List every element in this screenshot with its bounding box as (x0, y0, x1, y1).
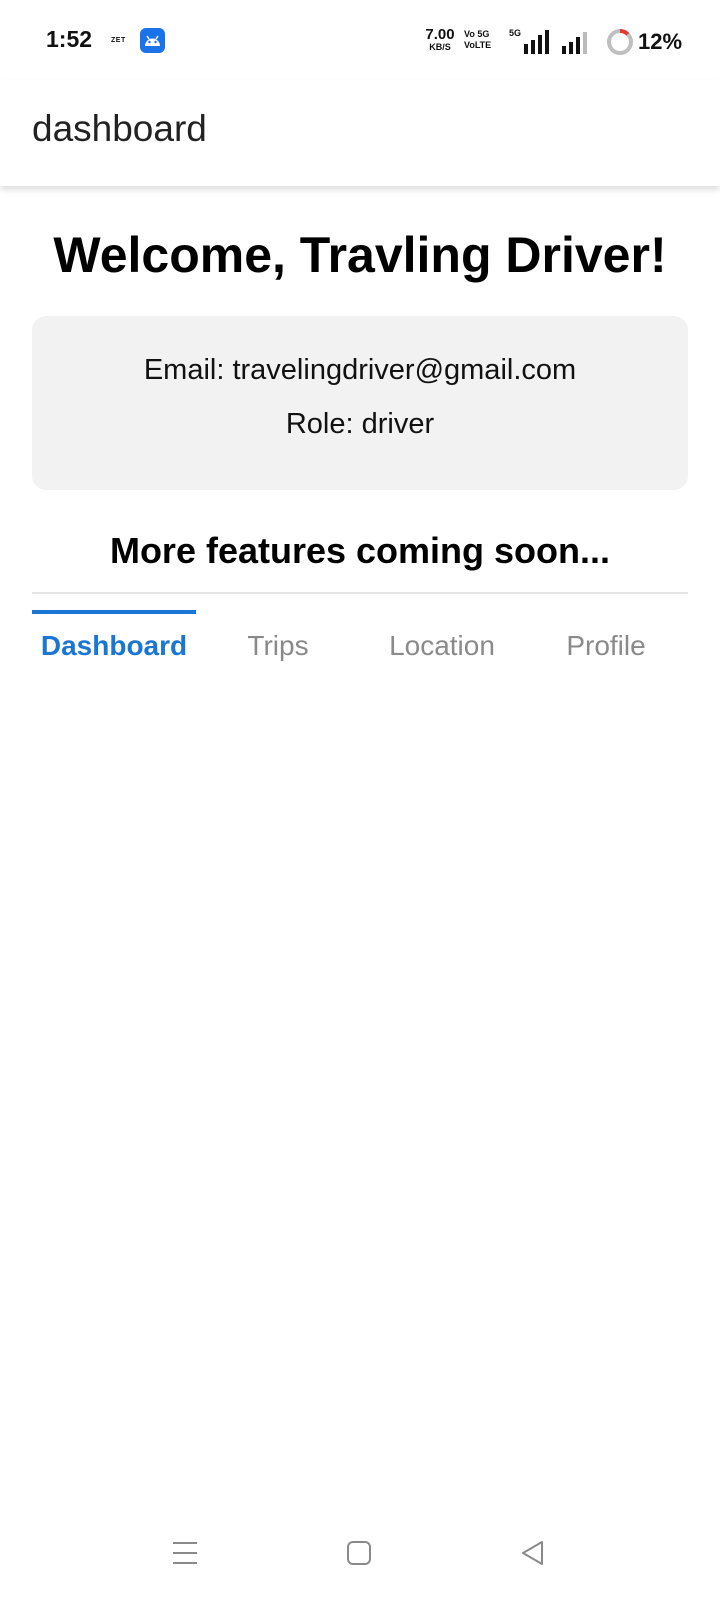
tab-trips[interactable]: Trips (196, 630, 360, 662)
network-type: 5G (509, 28, 522, 38)
signal-strength-2-icon (562, 32, 587, 54)
status-bar: 1:52 ZET 7.00 KB/S Vo 5G VoLTE 5G 12% (0, 0, 720, 80)
divider (32, 592, 688, 594)
tab-dashboard[interactable]: Dashboard (32, 630, 196, 662)
network-speed: 7.00 KB/S (420, 27, 460, 52)
status-notification-icon: ZET (111, 37, 126, 44)
network-speed-value: 7.00 (425, 26, 455, 43)
menu-icon[interactable] (172, 1540, 198, 1566)
system-nav-bar (0, 1530, 720, 1600)
status-time: 1:52 (46, 26, 93, 52)
user-info-card: Email: travelingdriver@gmail.com Role: d… (32, 316, 688, 490)
tab-location[interactable]: Location (360, 630, 524, 662)
back-triangle-icon[interactable] (520, 1540, 546, 1566)
tab-profile[interactable]: Profile (524, 630, 688, 662)
home-square-icon[interactable] (346, 1540, 372, 1566)
welcome-heading: Welcome, Travling Driver! (53, 227, 667, 283)
battery-icon (607, 28, 633, 55)
network-speed-unit: KB/S (429, 42, 451, 52)
battery-percent: 12% (638, 29, 683, 54)
volte-line-2: VoLTE (464, 40, 492, 50)
app-bar: dashboard (0, 80, 720, 186)
role-text: Role: driver (285, 408, 435, 440)
android-icon (140, 28, 165, 53)
volte-line-1: Vo 5G (464, 29, 490, 39)
email-text: Email: travelingdriver@gmail.com (143, 354, 577, 386)
page-title: dashboard (32, 108, 207, 149)
coming-soon-text: More features coming soon... (109, 530, 611, 571)
signal-strength-icon (524, 30, 549, 54)
active-tab-indicator (32, 610, 196, 614)
volte-indicator: Vo 5G VoLTE (464, 29, 504, 51)
